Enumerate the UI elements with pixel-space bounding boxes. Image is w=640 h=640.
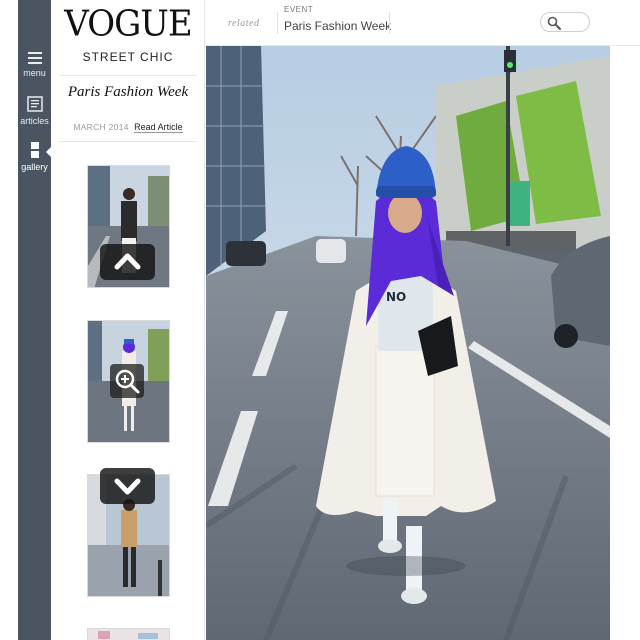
rail-item-articles[interactable]: articles	[18, 96, 51, 126]
document-icon	[18, 96, 51, 114]
svg-text:NO: NO	[386, 290, 406, 304]
vogue-logo[interactable]: VOGUE	[51, 3, 205, 45]
divider	[277, 12, 278, 34]
divider	[389, 12, 390, 34]
left-rail: menu articles gallery	[18, 0, 52, 640]
chevron-down-icon	[114, 478, 141, 495]
divider	[59, 75, 197, 76]
side-panel: VOGUE STREET CHIC Paris Fashion Week MAR…	[51, 0, 205, 640]
main-gallery-photo[interactable]: NO	[206, 46, 610, 640]
event-link[interactable]: Paris Fashion Week	[284, 19, 391, 33]
gallery-icon	[18, 142, 51, 160]
event-label: EVENT	[284, 5, 314, 14]
gallery-thumbnail[interactable]	[87, 628, 170, 640]
rail-item-label: menu	[23, 68, 46, 78]
scroll-up-button[interactable]	[100, 244, 155, 280]
scroll-down-button[interactable]	[100, 468, 155, 504]
article-meta: MARCH 2014 Read Article	[51, 122, 205, 133]
related-label: related	[228, 18, 260, 29]
search-button[interactable]	[540, 12, 590, 32]
top-bar: related EVENT Paris Fashion Week	[205, 0, 640, 46]
rail-item-label: articles	[20, 116, 49, 126]
article-title: Paris Fashion Week	[67, 84, 189, 100]
search-icon	[547, 16, 561, 35]
rail-item-label: gallery	[21, 162, 48, 172]
rail-item-gallery[interactable]: gallery	[18, 142, 52, 172]
rail-item-menu[interactable]: menu	[18, 52, 51, 78]
chevron-up-icon	[114, 253, 141, 270]
article-date: MARCH 2014	[73, 122, 129, 132]
zoom-button[interactable]	[110, 364, 144, 398]
divider	[59, 141, 197, 142]
zoom-in-icon	[115, 369, 140, 394]
hamburger-icon	[18, 52, 51, 66]
read-article-link[interactable]: Read Article	[134, 122, 183, 133]
section-title: STREET CHIC	[82, 50, 174, 64]
